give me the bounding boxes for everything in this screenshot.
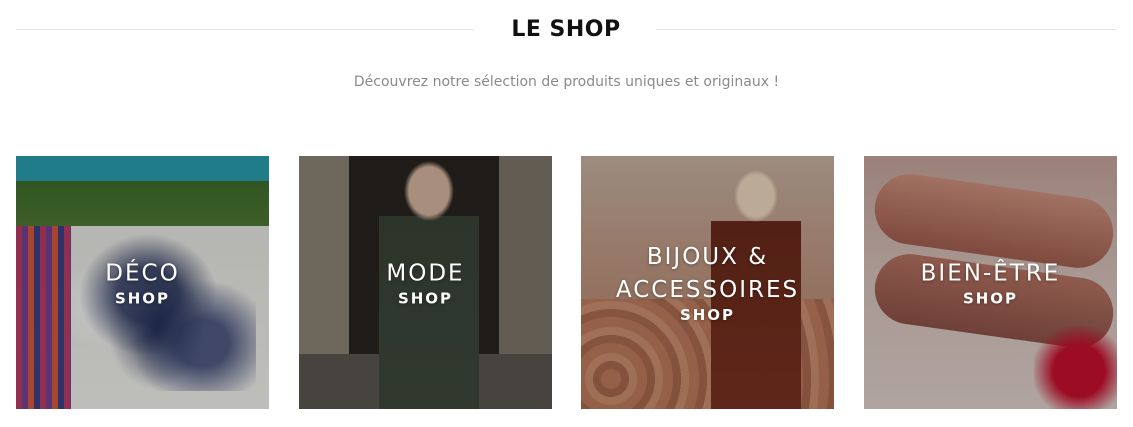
category-card-bien-etre[interactable]: BIEN-ÊTRE SHOP [864, 156, 1117, 409]
category-name: DÉCO [105, 260, 180, 286]
category-name: MODE [386, 260, 465, 286]
category-name: BIEN-ÊTRE [920, 260, 1061, 286]
category-name: BIJOUX & [646, 243, 769, 270]
category-shop-label: SHOP [962, 289, 1019, 307]
category-shop-label: SHOP [114, 289, 171, 307]
card-label: BIEN-ÊTRE SHOP [864, 257, 1117, 308]
card-label: MODE SHOP [299, 257, 552, 308]
category-shop-label: SHOP [679, 305, 736, 324]
section-title: LE SHOP [511, 17, 621, 42]
card-label: BIJOUX & ACCESSOIRES SHOP [581, 241, 834, 325]
category-card-mode[interactable]: MODE SHOP [299, 156, 552, 409]
category-shop-label: SHOP [397, 289, 454, 307]
category-card-bijoux-accessoires[interactable]: BIJOUX & ACCESSOIRES SHOP [581, 156, 834, 409]
section-subtitle: Découvrez notre sélection de produits un… [353, 74, 780, 90]
category-name-line2: ACCESSOIRES [615, 276, 800, 303]
category-card-deco[interactable]: DÉCO SHOP [16, 156, 269, 409]
card-label: DÉCO SHOP [16, 257, 269, 308]
section-header: LE SHOP [16, 14, 1116, 46]
